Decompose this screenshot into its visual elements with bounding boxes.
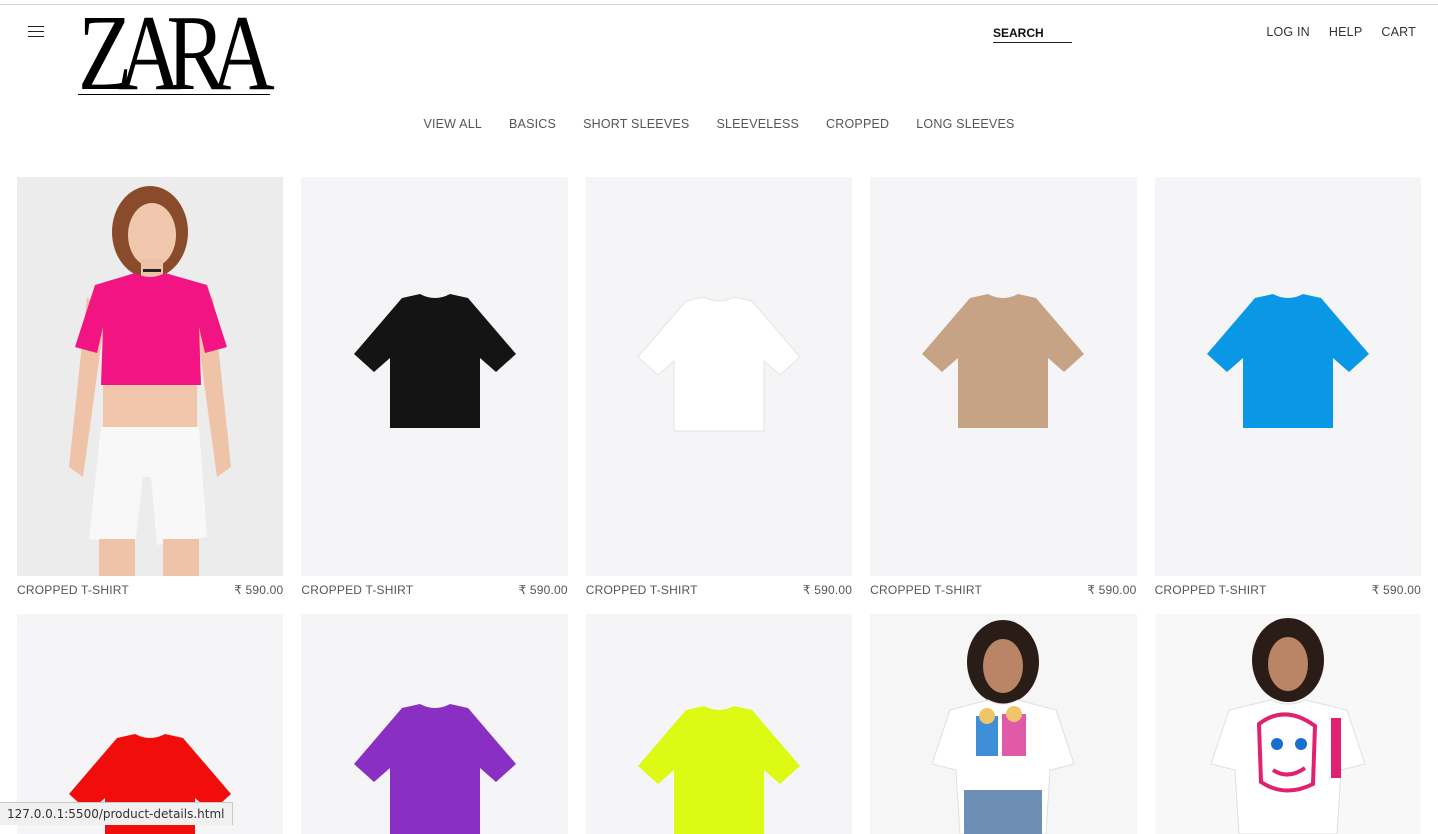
product-card[interactable] xyxy=(1154,614,1421,834)
model-photo xyxy=(17,177,283,576)
product-meta: CROPPED T-SHIRT ₹ 590.00 xyxy=(586,576,852,607)
zara-logo[interactable]: ZARA xyxy=(78,0,275,108)
tshirt-photo xyxy=(353,294,516,428)
search-link[interactable]: SEARCH xyxy=(993,26,1072,43)
product-card[interactable] xyxy=(870,614,1137,834)
product-meta: CROPPED T-SHIRT ₹ 590.00 xyxy=(870,576,1136,607)
product-meta: CROPPED T-SHIRT ₹ 590.00 xyxy=(301,576,567,607)
product-meta: CROPPED T-SHIRT ₹ 590.00 xyxy=(1155,576,1421,607)
product-image[interactable] xyxy=(585,614,853,834)
category-basics[interactable]: BASICS xyxy=(509,117,556,131)
product-grid: CROPPED T-SHIRT ₹ 590.00 CROPPED T-SHIRT… xyxy=(17,177,1421,834)
product-card[interactable]: CROPPED T-SHIRT ₹ 590.00 xyxy=(17,177,284,607)
product-image[interactable] xyxy=(17,177,284,576)
help-link[interactable]: HELP xyxy=(1329,25,1362,39)
account-links: LOG IN HELP CART xyxy=(1266,25,1416,39)
product-price: ₹ 590.00 xyxy=(1087,583,1137,597)
tshirt-photo xyxy=(1206,294,1369,428)
product-card[interactable] xyxy=(17,614,284,834)
login-link[interactable]: LOG IN xyxy=(1266,25,1310,39)
product-meta: CROPPED T-SHIRT ₹ 590.00 xyxy=(17,576,283,607)
product-name[interactable]: CROPPED T-SHIRT xyxy=(870,583,982,607)
tshirt-photo xyxy=(922,294,1085,428)
product-card[interactable]: CROPPED T-SHIRT ₹ 590.00 xyxy=(301,177,568,607)
product-card[interactable]: CROPPED T-SHIRT ₹ 590.00 xyxy=(585,177,853,607)
category-cropped[interactable]: CROPPED xyxy=(826,117,889,131)
category-long-sleeves[interactable]: LONG SLEEVES xyxy=(916,117,1014,131)
product-image[interactable] xyxy=(585,177,853,576)
product-shirt xyxy=(922,294,1085,428)
product-image[interactable] xyxy=(870,614,1137,834)
product-shirt xyxy=(353,294,516,428)
product-price: ₹ 590.00 xyxy=(234,583,284,597)
category-view-all[interactable]: VIEW ALL xyxy=(423,117,482,131)
logo-underline xyxy=(78,94,270,95)
product-name[interactable]: CROPPED T-SHIRT xyxy=(586,583,698,607)
browser-status-url: 127.0.0.1:5500/product-details.html xyxy=(0,802,233,825)
product-image[interactable] xyxy=(301,614,568,834)
product-card[interactable] xyxy=(301,614,568,834)
product-name[interactable]: CROPPED T-SHIRT xyxy=(1155,583,1267,607)
model-photo xyxy=(870,614,1137,834)
product-name[interactable]: CROPPED T-SHIRT xyxy=(17,583,129,607)
category-short-sleeves[interactable]: SHORT SLEEVES xyxy=(583,117,689,131)
cart-link[interactable]: CART xyxy=(1381,25,1416,39)
product-price: ₹ 590.00 xyxy=(1371,583,1421,597)
category-nav: VIEW ALL BASICS SHORT SLEEVES SLEEVELESS… xyxy=(0,117,1438,131)
category-sleeveless[interactable]: SLEEVELESS xyxy=(716,117,799,131)
product-name[interactable]: CROPPED T-SHIRT xyxy=(301,583,413,607)
product-image[interactable] xyxy=(17,614,284,834)
tshirt-photo xyxy=(637,706,800,834)
product-shirt xyxy=(637,296,801,432)
tshirt-photo xyxy=(353,704,516,834)
product-shirt xyxy=(353,704,516,834)
product-shirt xyxy=(1206,294,1369,428)
product-shirt xyxy=(637,706,800,834)
tshirt-photo xyxy=(637,296,801,432)
product-card[interactable]: CROPPED T-SHIRT ₹ 590.00 xyxy=(1154,177,1421,607)
product-image[interactable] xyxy=(1154,614,1421,834)
product-card[interactable]: CROPPED T-SHIRT ₹ 590.00 xyxy=(870,177,1137,607)
model-photo xyxy=(1154,614,1421,834)
product-image[interactable] xyxy=(1154,177,1421,576)
product-image[interactable] xyxy=(870,177,1137,576)
product-price: ₹ 590.00 xyxy=(802,583,853,597)
product-price: ₹ 590.00 xyxy=(518,583,568,597)
menu-icon[interactable] xyxy=(28,25,44,37)
product-card[interactable] xyxy=(585,614,853,834)
product-image[interactable] xyxy=(301,177,568,576)
